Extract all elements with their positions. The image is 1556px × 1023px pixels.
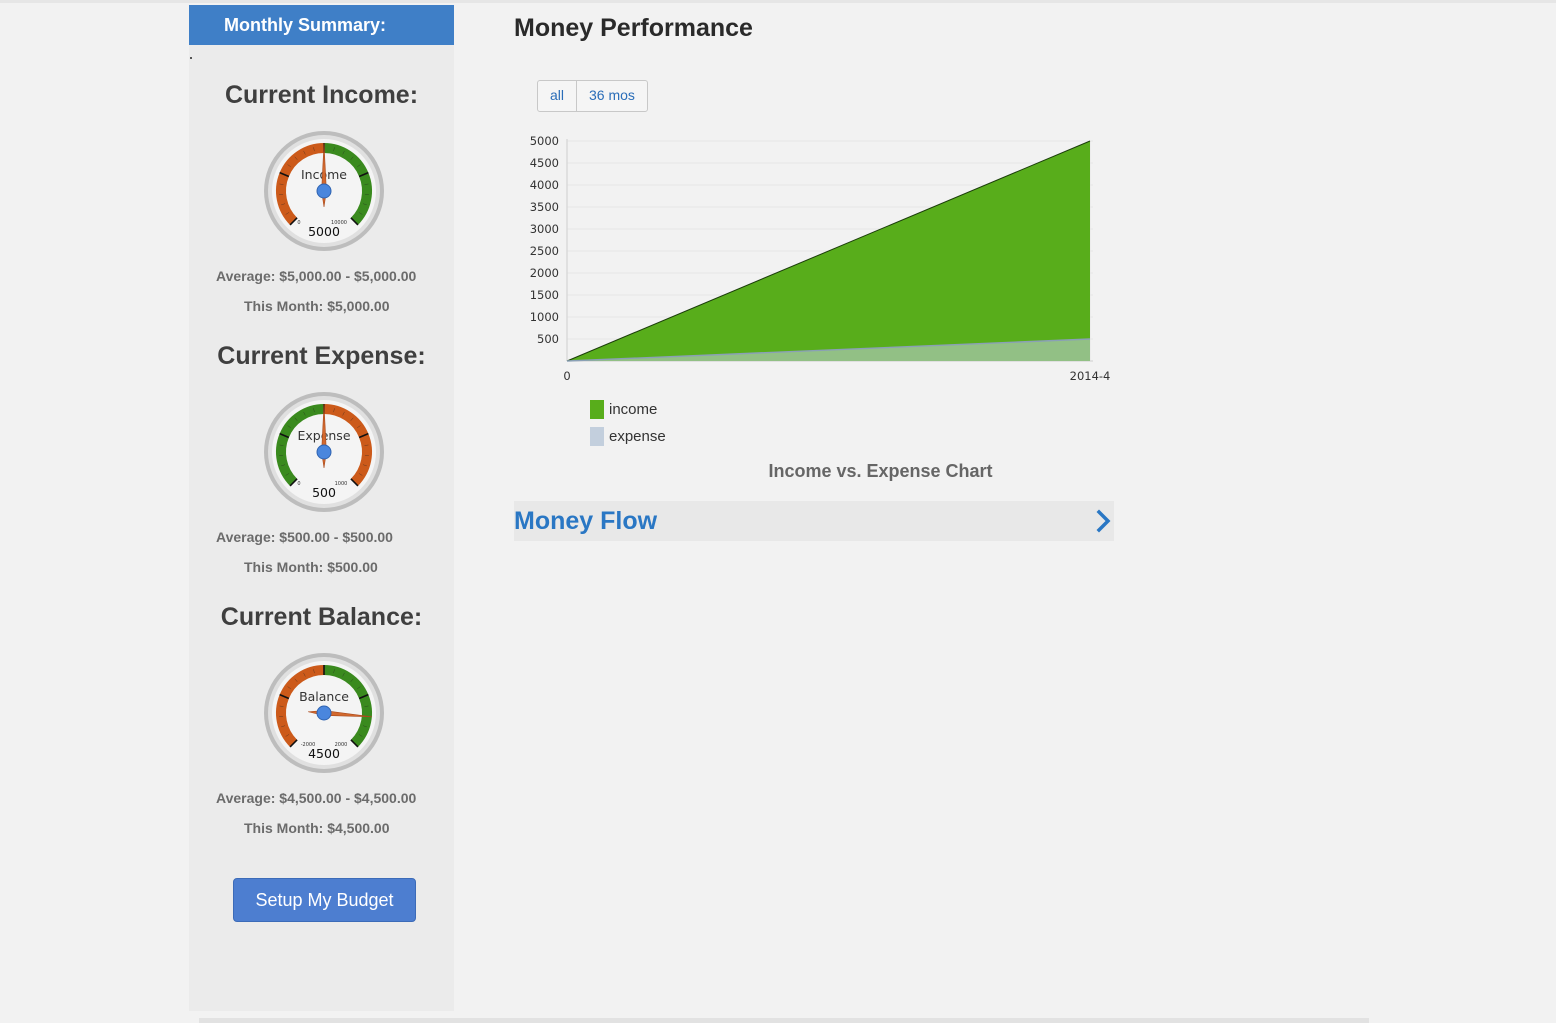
- y-tick-label: 500: [537, 332, 559, 346]
- income-gauge-min: 0: [297, 220, 300, 226]
- income-gauge-value: 5000: [308, 224, 340, 239]
- expense-gauge: Expense 0 1000 500: [264, 392, 384, 512]
- income-this-month: This Month: $5,000.00: [244, 298, 390, 314]
- chart-legend: income expense: [590, 396, 666, 450]
- income-expense-chart: 500 1000 1500 2000 2500 3000 3500 4000 4500 5000 0…: [530, 134, 1111, 383]
- page-title: Money Performance: [514, 14, 753, 42]
- expense-this-month: This Month: $500.00: [244, 559, 378, 575]
- legend-item-expense: expense: [590, 423, 666, 450]
- sidebar-header: Monthly Summary:: [189, 5, 454, 45]
- balance-gauge-label: Balance: [299, 689, 349, 704]
- monthly-summary-sidebar: Monthly Summary: Current Income: Income …: [189, 5, 454, 1011]
- balance-gauge: Balance -2000 2000 4500: [264, 653, 384, 773]
- range-36-months-button[interactable]: 36 mos: [576, 81, 647, 111]
- expense-swatch: [590, 427, 604, 446]
- y-tick-label: 4000: [530, 178, 559, 192]
- balance-heading-wrap: Current Balance:: [189, 603, 454, 632]
- balance-average: Average: $4,500.00 - $4,500.00: [216, 790, 417, 806]
- y-tick-label: 2500: [530, 244, 559, 258]
- y-tick-label: 5000: [530, 134, 559, 148]
- bottom-scrollbar[interactable]: [199, 1018, 1369, 1023]
- legend-label-income: income: [609, 401, 658, 418]
- income-swatch: [590, 400, 604, 419]
- money-flow-panel[interactable]: Money Flow: [514, 501, 1114, 541]
- expense-gauge-value: 500: [312, 485, 336, 500]
- balance-this-month: This Month: $4,500.00: [244, 820, 390, 836]
- income-gauge-hub: [316, 183, 332, 199]
- setup-budget-button[interactable]: Setup My Budget: [233, 878, 416, 922]
- legend-label-expense: expense: [609, 428, 666, 445]
- expense-heading-wrap: Current Expense:: [189, 342, 454, 371]
- y-tick-label: 2000: [530, 266, 559, 280]
- chart-caption: Income vs. Expense Chart: [768, 461, 993, 481]
- income-average: Average: $5,000.00 - $5,000.00: [216, 268, 417, 284]
- expense-gauge-min: 0: [297, 481, 300, 487]
- legend-item-income: income: [590, 396, 666, 423]
- expense-gauge-max: 1000: [335, 481, 348, 487]
- balance-gauge-value: 4500: [308, 746, 340, 761]
- income-title: Current Income:: [224, 81, 419, 109]
- expense-gauge-hub: [316, 444, 332, 460]
- x-tick-label: 2014-4: [1070, 369, 1111, 383]
- y-tick-label: 3500: [530, 200, 559, 214]
- expense-average: Average: $500.00 - $500.00: [216, 529, 393, 545]
- chevron-right-icon[interactable]: [1096, 509, 1112, 533]
- y-tick-label: 1500: [530, 288, 559, 302]
- income-heading-wrap: Current Income:: [189, 81, 454, 110]
- range-all-button[interactable]: all: [538, 81, 576, 111]
- range-selector: all 36 mos: [537, 80, 648, 112]
- y-tick-label: 1000: [530, 310, 559, 324]
- y-tick-label: 3000: [530, 222, 559, 236]
- money-flow-title: Money Flow: [514, 507, 658, 535]
- y-tick-label: 4500: [530, 156, 559, 170]
- income-gauge: Income 0 10000 5000: [264, 131, 384, 251]
- stray-dot: [190, 57, 192, 59]
- expense-title: Current Expense:: [217, 342, 426, 370]
- balance-title: Current Balance:: [220, 603, 423, 631]
- balance-gauge-hub: [316, 705, 332, 721]
- top-border: [0, 0, 1556, 3]
- x-tick-label: 0: [563, 369, 570, 383]
